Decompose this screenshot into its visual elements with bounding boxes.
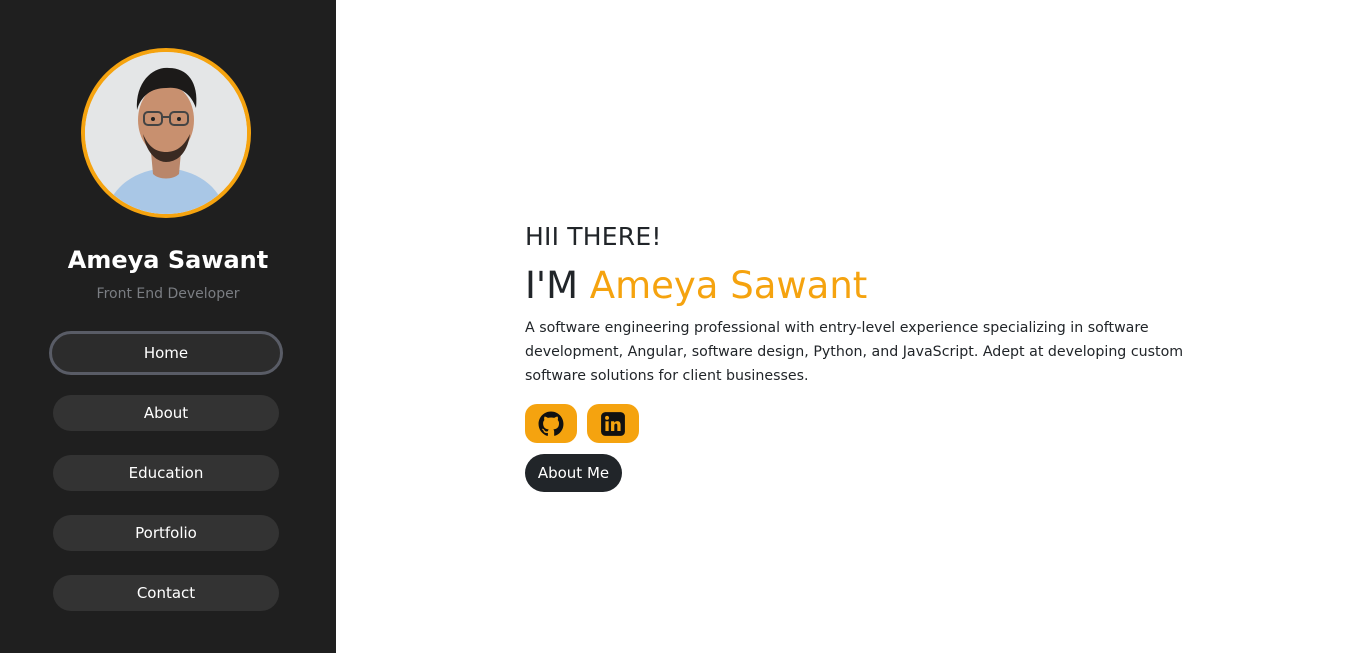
github-icon: [538, 411, 564, 436]
headline: I'M Ameya Sawant: [525, 263, 867, 309]
page: Ameya Sawant Front End Developer Home Ab…: [0, 0, 1362, 653]
linkedin-icon: [601, 412, 625, 436]
bio-text: A software engineering professional with…: [525, 320, 1184, 384]
linkedin-button[interactable]: [587, 404, 639, 443]
nav-item-home[interactable]: Home: [49, 331, 283, 375]
greeting: HII THERE!: [525, 222, 662, 251]
nav-item-portfolio[interactable]: Portfolio: [53, 515, 279, 551]
profile-photo: [85, 52, 247, 214]
profile-name: Ameya Sawant: [67, 246, 269, 274]
profile-role: Front End Developer: [96, 286, 240, 302]
avatar: [81, 48, 251, 218]
about-me-button[interactable]: About Me: [525, 454, 622, 492]
nav-item-contact[interactable]: Contact: [53, 575, 279, 611]
headline-name: Ameya Sawant: [589, 264, 868, 307]
github-button[interactable]: [525, 404, 577, 443]
sidebar: Ameya Sawant Front End Developer Home Ab…: [0, 0, 336, 653]
headline-prefix: I'M: [525, 264, 579, 307]
nav-item-about[interactable]: About: [53, 395, 279, 431]
nav-item-education[interactable]: Education: [53, 455, 279, 491]
